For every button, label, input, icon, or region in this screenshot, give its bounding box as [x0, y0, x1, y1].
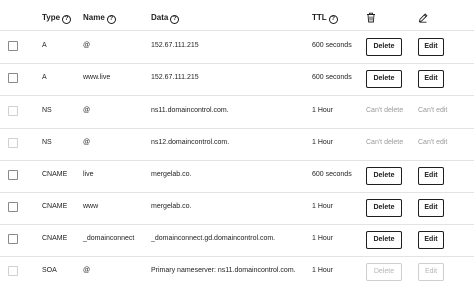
delete-button[interactable]: Delete: [366, 38, 402, 56]
record-ttl: 1 Hour: [312, 267, 334, 274]
record-ttl: 600 seconds: [312, 74, 352, 81]
table-row: CNAME live mergelab.co. 600 seconds Delete Ed…: [0, 160, 474, 193]
header-type: Type?: [42, 13, 72, 24]
row-checkbox[interactable]: [8, 138, 18, 148]
edit-button[interactable]: Edit: [418, 167, 444, 185]
edit-button[interactable]: Edit: [418, 199, 444, 217]
table-row: NS @ ns11.domaincontrol.com. 1 Hour Can't de…: [0, 96, 474, 129]
record-ttl: 600 seconds: [312, 171, 352, 178]
record-data: 152.67.111.215: [151, 42, 199, 49]
header-name: Name?: [83, 13, 116, 24]
edit-button[interactable]: Edit: [418, 38, 444, 56]
record-name: @: [83, 139, 91, 146]
record-data: ns12.domaincontrol.com.: [151, 139, 230, 146]
record-type: SOA: [42, 267, 57, 274]
table-row: NS @ ns12.domaincontrol.com. 1 Hour Can't de…: [0, 128, 474, 161]
help-icon[interactable]: ?: [62, 15, 72, 24]
record-name: @: [83, 267, 91, 274]
record-data: mergelab.co.: [151, 171, 192, 178]
record-type: CNAME: [42, 235, 68, 242]
cant-edit-label: Can't edit: [418, 139, 448, 146]
delete-button[interactable]: Delete: [366, 231, 402, 249]
record-type: A: [42, 42, 47, 49]
row-checkbox[interactable]: [8, 266, 18, 276]
delete-button[interactable]: Delete: [366, 199, 402, 217]
row-checkbox[interactable]: [8, 73, 18, 83]
record-data: _domainconnect.gd.domaincontrol.com.: [151, 235, 276, 242]
cant-edit-label: Can't edit: [418, 107, 448, 114]
cant-delete-label: Can't delete: [366, 139, 404, 146]
record-data: Primary nameserver: ns11.domaincontrol.c…: [151, 267, 296, 274]
record-name: www.live: [83, 74, 111, 81]
record-type: CNAME: [42, 203, 68, 210]
row-checkbox[interactable]: [8, 106, 18, 116]
edit-button[interactable]: Edit: [418, 231, 444, 249]
table-row: A @152.67.111.215 600 seconds Delete Edit: [0, 31, 474, 64]
help-icon[interactable]: ?: [328, 15, 338, 24]
record-name: live: [83, 171, 94, 178]
trash-icon: [367, 12, 375, 23]
record-ttl: 1 Hour: [312, 235, 334, 242]
row-checkbox[interactable]: [8, 170, 18, 180]
table-row: SOA @ Primary nameserver: ns11.domaincontr…: [0, 256, 474, 288]
record-type: NS: [42, 139, 52, 146]
record-ttl: 1 Hour: [312, 107, 334, 114]
record-name: @: [83, 42, 91, 49]
record-name: www: [83, 203, 99, 210]
edit-button: Edit: [418, 263, 444, 281]
record-type: CNAME: [42, 171, 68, 178]
record-type: A: [42, 74, 47, 81]
edit-button[interactable]: Edit: [418, 70, 444, 88]
table-row: CNAME _domainconnect _domainconnect.gd.dom…: [0, 224, 474, 257]
record-ttl: 1 Hour: [312, 203, 334, 210]
row-checkbox[interactable]: [8, 41, 18, 51]
delete-button[interactable]: Delete: [366, 167, 402, 185]
delete-button: Delete: [366, 263, 402, 281]
help-icon[interactable]: ?: [106, 15, 116, 24]
record-data: 152.67.111.215: [151, 74, 199, 81]
help-icon[interactable]: ?: [170, 15, 180, 24]
record-name: _domainconnect: [83, 235, 135, 242]
record-type: NS: [42, 107, 52, 114]
pencil-icon: [418, 13, 428, 23]
header-ttl: TTL?: [312, 13, 338, 24]
row-checkbox[interactable]: [8, 202, 18, 212]
table-row: Awww.live 152.67.111.215 600 seconds Delete…: [0, 63, 474, 96]
header-data: Data?: [151, 13, 180, 24]
record-name: @: [83, 107, 91, 114]
table-row: CNAME www mergelab.co. 1 Hour Delete Edit: [0, 192, 474, 225]
record-ttl: 1 Hour: [312, 139, 334, 146]
cant-delete-label: Can't delete: [366, 107, 404, 114]
record-data: ns11.domaincontrol.com.: [151, 107, 229, 114]
delete-button[interactable]: Delete: [366, 70, 402, 88]
row-checkbox[interactable]: [8, 234, 18, 244]
record-data: mergelab.co.: [151, 203, 192, 210]
record-ttl: 600 seconds: [312, 42, 352, 49]
